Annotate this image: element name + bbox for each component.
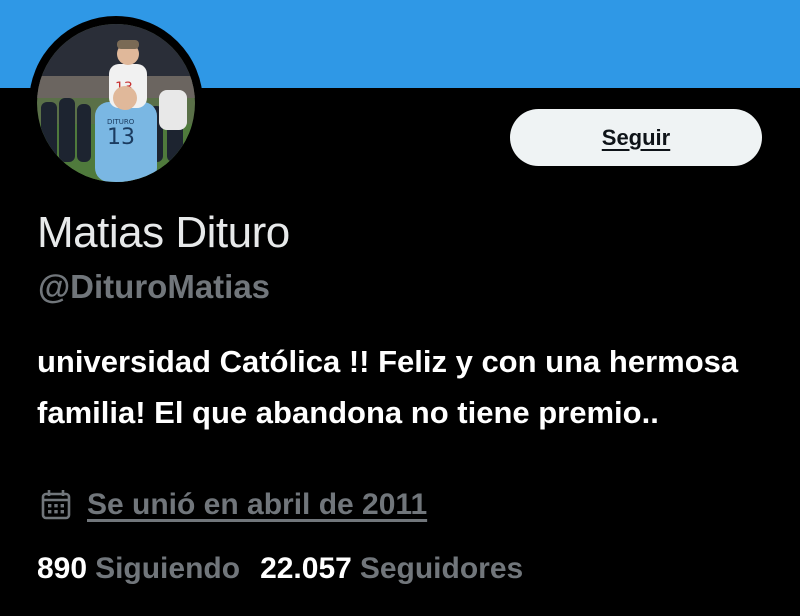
joined-date-text[interactable]: Se unió en abril de 2011 — [87, 488, 427, 522]
following-link[interactable]: 890 Siguiendo — [37, 552, 240, 586]
profile-bio: universidad Católica !! Feliz y con una … — [37, 344, 739, 430]
followers-label: Seguidores — [359, 552, 524, 585]
profile-display-name: Matias Dituro — [37, 208, 290, 257]
joined-date[interactable]: Se unió en abril de 2011 — [41, 488, 427, 522]
svg-text:DITURO: DITURO — [107, 118, 135, 126]
profile-handle: @DituroMatias — [38, 268, 271, 305]
followers-link[interactable]: 22.057 Seguidores — [260, 552, 523, 586]
following-label: Siguiendo — [95, 552, 241, 585]
followers-count: 22.057 — [260, 552, 352, 585]
calendar-icon — [41, 490, 71, 520]
avatar-border: 13 DITURO 13 — [29, 16, 203, 190]
following-count: 890 — [37, 552, 88, 585]
svg-text:13: 13 — [107, 125, 135, 150]
avatar[interactable]: 13 DITURO 13 — [37, 24, 195, 182]
follow-button[interactable]: Seguir — [510, 109, 762, 166]
profile-stats: 890 Siguiendo 22.057 Seguidores — [37, 552, 543, 586]
